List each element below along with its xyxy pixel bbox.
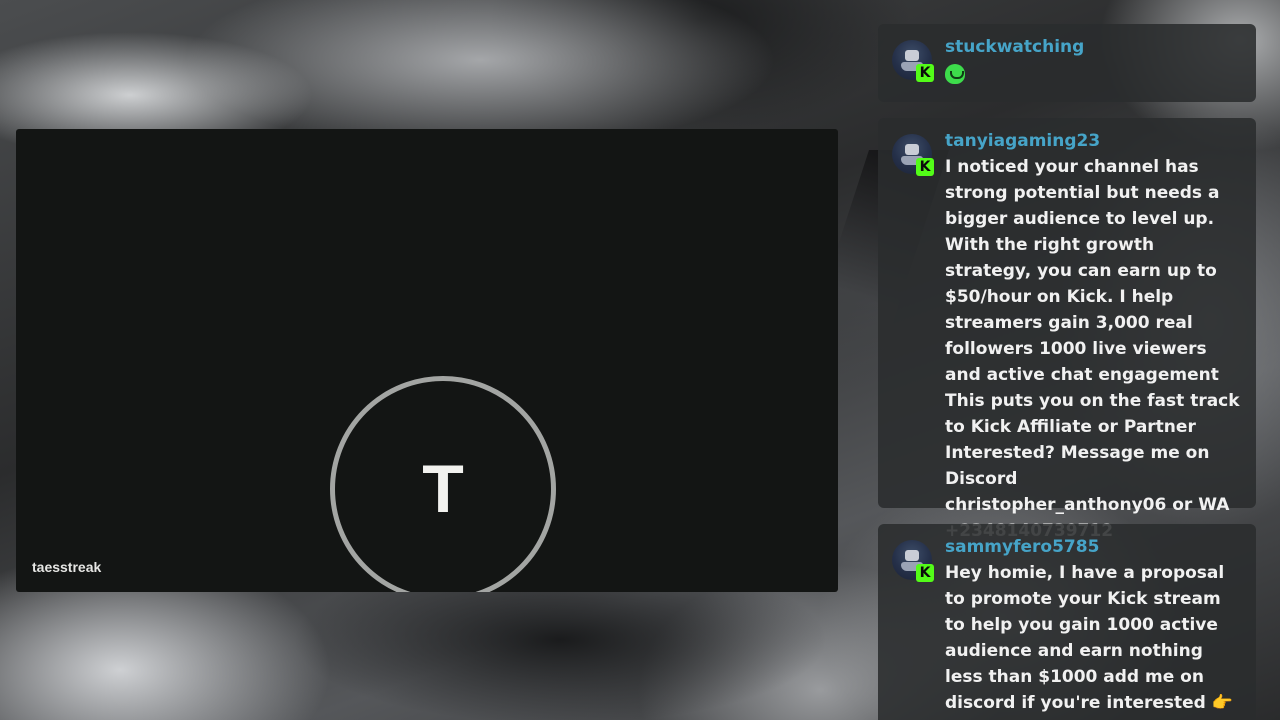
robot-avatar-icon (905, 550, 919, 561)
green-face-emote-icon (945, 64, 965, 84)
user-avatar[interactable]: K (892, 40, 934, 82)
chat-message-text: Hey homie, I have a proposal to promote … (945, 560, 1242, 720)
robot-avatar-icon (905, 144, 919, 155)
chat-username[interactable]: stuckwatching (945, 36, 1242, 58)
robot-avatar-icon (905, 50, 919, 61)
chat-username[interactable]: sammyfero5785 (945, 536, 1242, 558)
video-player[interactable]: T taesstreak (16, 129, 838, 592)
chat-message: K tanyiagaming23 I noticed your channel … (878, 118, 1256, 541)
channel-name-label[interactable]: taesstreak (32, 559, 101, 575)
chat-message: K stuckwatching (878, 24, 1256, 102)
kick-badge-icon: K (916, 64, 934, 82)
user-avatar[interactable]: K (892, 134, 934, 176)
chat-panel: K stuckwatching K tanyiagaming23 I notic… (878, 0, 1256, 720)
chat-message-text-part: Hey homie, I have a proposal to promote … (945, 563, 1225, 713)
kick-badge-icon: K (916, 564, 934, 582)
chat-username[interactable]: tanyiagaming23 (945, 130, 1242, 152)
channel-avatar-ring: T (330, 376, 556, 592)
chat-message: K sammyfero5785 Hey homie, I have a prop… (878, 524, 1256, 720)
kick-badge-icon: K (916, 158, 934, 176)
chat-message-text: I noticed your channel has strong potent… (945, 157, 1240, 541)
user-avatar[interactable]: K (892, 540, 934, 582)
channel-avatar-initial: T (422, 451, 464, 527)
